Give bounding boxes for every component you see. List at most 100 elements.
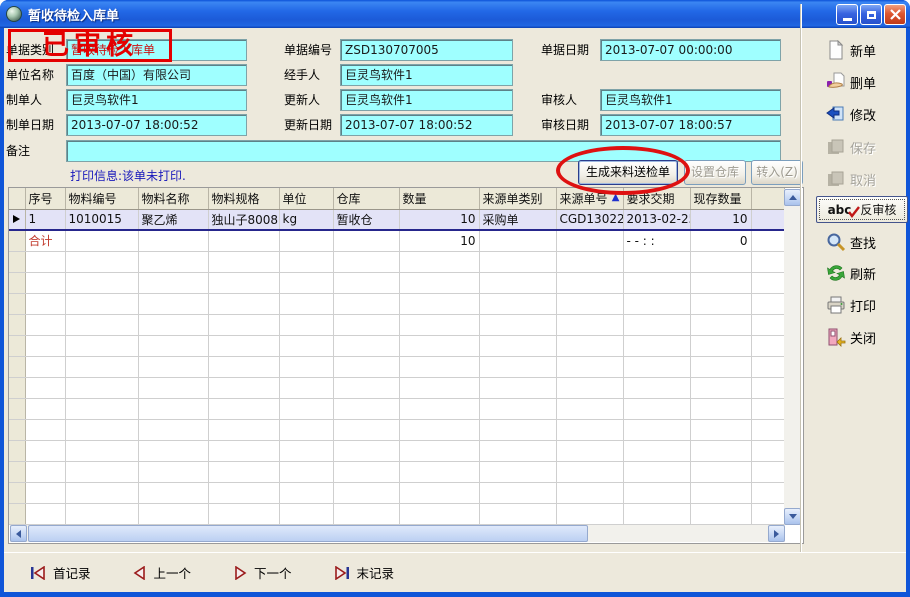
row-selector-cell[interactable]: [9, 209, 25, 230]
doc-no-field[interactable]: ZSD130707005: [340, 39, 513, 61]
audited-stamp: 已审核: [8, 29, 172, 62]
app-window: 暂收待检入库单 单据类别 单位名称 制单人 制单日期 备注 暂收待检入库单 百度…: [0, 0, 910, 597]
audit-date-field[interactable]: 2013-07-07 18:00:57: [600, 114, 781, 136]
set-warehouse-button[interactable]: 设置仓库: [684, 160, 746, 185]
create-date-label: 制单日期: [6, 114, 54, 136]
red-circle-annotation: [556, 146, 690, 195]
save-button[interactable]: 保存: [826, 137, 876, 157]
handler-label: 经手人: [284, 64, 320, 86]
auditor-field[interactable]: 巨灵鸟软件1: [600, 89, 781, 111]
new-document-icon: [826, 40, 846, 60]
total-due: - - : :: [623, 230, 690, 251]
selector-column-header: [9, 188, 25, 209]
cell-name[interactable]: 聚乙烯: [138, 209, 208, 230]
scroll-left-icon: [16, 530, 21, 538]
cell-stock[interactable]: 10: [690, 209, 751, 230]
cell-unit[interactable]: kg: [279, 209, 333, 230]
red-check-icon: [848, 206, 860, 218]
col-name[interactable]: 物料名称: [138, 188, 208, 209]
prev-record-icon: [133, 566, 147, 580]
cell-warehouse[interactable]: 暂收仓: [333, 209, 399, 230]
exit-door-icon: [826, 327, 846, 347]
table-row[interactable]: 1 1010015 聚乙烯 独山子8008 kg 暂收仓 10 采购单 CGD1…: [9, 209, 784, 230]
cell-src-no[interactable]: CGD130225: [556, 209, 623, 230]
empty-row: [9, 461, 784, 482]
col-seq[interactable]: 序号: [25, 188, 65, 209]
last-record-button[interactable]: 末记录: [334, 563, 395, 582]
total-label: 合计: [25, 230, 65, 251]
prev-record-button[interactable]: 上一个: [133, 563, 192, 582]
app-icon: [6, 6, 22, 22]
empty-row: [9, 419, 784, 440]
modify-button[interactable]: 修改: [826, 104, 876, 124]
find-button[interactable]: 查找: [826, 232, 876, 252]
scroll-down-icon: [789, 514, 797, 519]
scroll-right-button[interactable]: [768, 525, 785, 542]
empty-row: [9, 314, 784, 335]
col-filler: [751, 188, 784, 209]
cell-spec[interactable]: 独山子8008: [208, 209, 279, 230]
grid-header-row: 序号 物料编号 物料名称 物料规格 单位 仓库 数量 来源单类别 来源单号▲ 要…: [9, 188, 784, 209]
save-icon: [826, 137, 846, 157]
cell-due[interactable]: 2013-02-25: [623, 209, 690, 230]
first-record-button[interactable]: 首记录: [30, 563, 91, 582]
empty-row: [9, 251, 784, 272]
print-icon: [826, 295, 846, 315]
find-icon: [826, 232, 846, 252]
print-button[interactable]: 打印: [826, 295, 876, 315]
toolbar-divider: [800, 4, 802, 552]
cell-qty[interactable]: 10: [399, 209, 479, 230]
next-record-label: 下一个: [254, 563, 292, 582]
empty-row: [9, 503, 784, 524]
cancel-button[interactable]: 取消: [826, 169, 876, 189]
first-record-label: 首记录: [53, 563, 91, 582]
company-field[interactable]: 百度（中国）有限公司: [66, 64, 247, 86]
scroll-right-icon: [774, 530, 779, 538]
cell-seq[interactable]: 1: [25, 209, 65, 230]
close-form-button[interactable]: 关闭: [826, 327, 876, 347]
empty-row: [9, 272, 784, 293]
col-qty[interactable]: 数量: [399, 188, 479, 209]
vertical-scrollbar[interactable]: [784, 189, 801, 525]
col-unit[interactable]: 单位: [279, 188, 333, 209]
update-date-field[interactable]: 2013-07-07 18:00:52: [340, 114, 513, 136]
horizontal-scrollbar[interactable]: [10, 525, 785, 542]
current-row-marker-icon: [13, 215, 20, 223]
col-warehouse[interactable]: 仓库: [333, 188, 399, 209]
col-spec[interactable]: 物料规格: [208, 188, 279, 209]
items-grid-panel: 序号 物料编号 物料名称 物料规格 单位 仓库 数量 来源单类别 来源单号▲ 要…: [8, 187, 804, 544]
doc-date-field[interactable]: 2013-07-07 00:00:00: [600, 39, 781, 61]
creator-field[interactable]: 巨灵鸟软件1: [66, 89, 247, 111]
unaudit-button[interactable]: abc 反审核: [816, 196, 908, 223]
updater-label: 更新人: [284, 89, 320, 111]
empty-row: [9, 482, 784, 503]
handler-field[interactable]: 巨灵鸟软件1: [340, 64, 513, 86]
total-row: 合计 10 - - : : 0: [9, 230, 784, 251]
scroll-up-button[interactable]: [784, 189, 801, 206]
updater-field[interactable]: 巨灵鸟软件1: [340, 89, 513, 111]
print-info-text: 打印信息:该单未打印.: [70, 167, 186, 184]
scroll-left-button[interactable]: [10, 525, 27, 542]
window-title: 暂收待检入库单: [28, 5, 119, 24]
empty-row: [9, 293, 784, 314]
scroll-down-button[interactable]: [784, 508, 801, 525]
col-src-type[interactable]: 来源单类别: [479, 188, 556, 209]
cell-code[interactable]: 1010015: [65, 209, 138, 230]
empty-row: [9, 440, 784, 461]
delete-doc-button[interactable]: 删单: [826, 72, 876, 92]
empty-row: [9, 335, 784, 356]
col-stock[interactable]: 现存数量: [690, 188, 751, 209]
transfer-button[interactable]: 转入(Z): [751, 160, 803, 185]
new-doc-button[interactable]: 新单: [826, 40, 876, 60]
col-code[interactable]: 物料编号: [65, 188, 138, 209]
create-date-field[interactable]: 2013-07-07 18:00:52: [66, 114, 247, 136]
horizontal-scroll-thumb[interactable]: [28, 525, 588, 542]
main-content: 单据类别 单位名称 制单人 制单日期 备注 暂收待检入库单 百度（中国）有限公司…: [4, 28, 906, 592]
cell-src-type[interactable]: 采购单: [479, 209, 556, 230]
next-record-button[interactable]: 下一个: [233, 563, 292, 582]
empty-row: [9, 356, 784, 377]
refresh-button[interactable]: 刷新: [826, 263, 876, 283]
items-grid: 序号 物料编号 物料名称 物料规格 单位 仓库 数量 来源单类别 来源单号▲ 要…: [9, 188, 785, 525]
prev-record-label: 上一个: [154, 563, 192, 582]
creator-label: 制单人: [6, 89, 42, 111]
